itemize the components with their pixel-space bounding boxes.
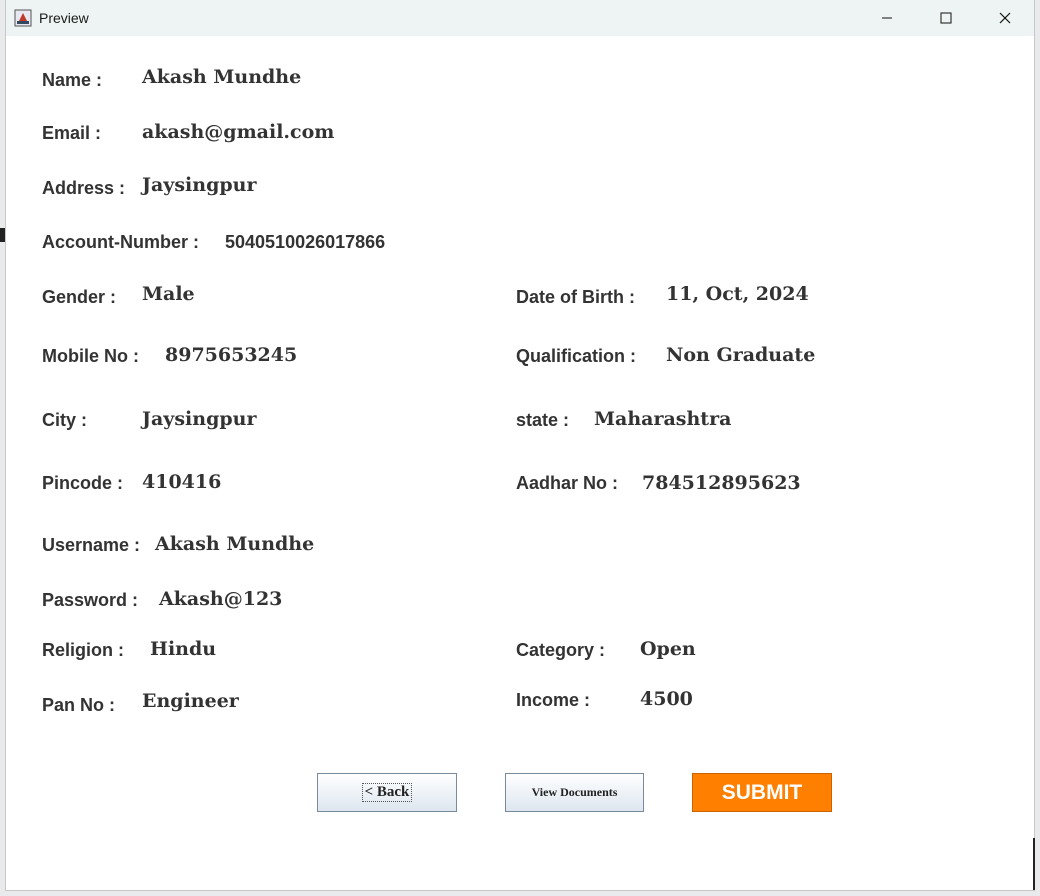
category-label: Category : [516, 640, 606, 660]
maximize-icon [940, 12, 952, 24]
view-documents-label: View Documents [531, 785, 618, 799]
close-icon [999, 12, 1011, 24]
window-title: Preview [39, 10, 89, 26]
email-label: Email : [42, 123, 102, 143]
state-label: state : [516, 410, 570, 430]
pincode-value: 410416 [142, 471, 222, 493]
username-value: Akash Mundhe [155, 533, 315, 555]
date-of-birth-value: 11, Oct, 2024 [666, 283, 809, 305]
password-value: Akash@123 [159, 588, 283, 610]
title-bar[interactable]: Preview [6, 0, 1034, 36]
pincode-label: Pincode : [42, 473, 124, 493]
address-value: Jaysingpur [142, 174, 257, 196]
religion-label: Religion : [42, 640, 124, 660]
minimize-icon [882, 17, 892, 19]
java-app-icon [14, 9, 32, 27]
back-button-label: < Back [361, 783, 413, 802]
gender-value: Male [142, 283, 195, 305]
email-value: akash@gmail.com [142, 121, 335, 143]
minimize-button[interactable] [858, 0, 916, 36]
mobile-no-label: Mobile No : [42, 346, 139, 366]
preview-window: Preview Name : Akash Mundhe Email : akas… [5, 0, 1035, 891]
submit-button[interactable]: SUBMIT [692, 773, 832, 812]
name-value: Akash Mundhe [142, 66, 302, 88]
aadhar-no-value: 784512895623 [642, 472, 801, 494]
close-button[interactable] [976, 0, 1034, 36]
mobile-no-value: 8975653245 [165, 344, 298, 366]
qualification-value: Non Graduate [666, 344, 816, 366]
city-label: City : [42, 410, 87, 430]
qualification-label: Qualification : [516, 346, 637, 366]
aadhar-no-label: Aadhar No : [516, 473, 619, 493]
category-value: Open [640, 638, 696, 660]
account-number-label: Account-Number : [42, 232, 199, 252]
name-label: Name : [42, 70, 103, 90]
pan-no-value: Engineer [142, 690, 239, 712]
religion-value: Hindu [150, 638, 217, 660]
back-button[interactable]: < Back [317, 773, 457, 812]
maximize-button[interactable] [917, 0, 975, 36]
income-value: 4500 [640, 688, 693, 710]
background-window-edge-right [1033, 838, 1035, 890]
account-number-value: 5040510026017866 [225, 232, 386, 252]
submit-label: SUBMIT [721, 780, 803, 804]
password-label: Password : [42, 590, 139, 610]
address-label: Address : [42, 178, 126, 198]
pan-no-label: Pan No : [42, 695, 116, 715]
username-label: Username : [42, 535, 141, 555]
city-value: Jaysingpur [142, 408, 257, 430]
background-window-edge [0, 228, 5, 242]
gender-label: Gender : [42, 287, 117, 307]
income-label: Income : [516, 690, 591, 710]
view-documents-button[interactable]: View Documents [505, 773, 644, 812]
date-of-birth-label: Date of Birth : [516, 287, 635, 307]
state-value: Maharashtra [594, 408, 732, 430]
